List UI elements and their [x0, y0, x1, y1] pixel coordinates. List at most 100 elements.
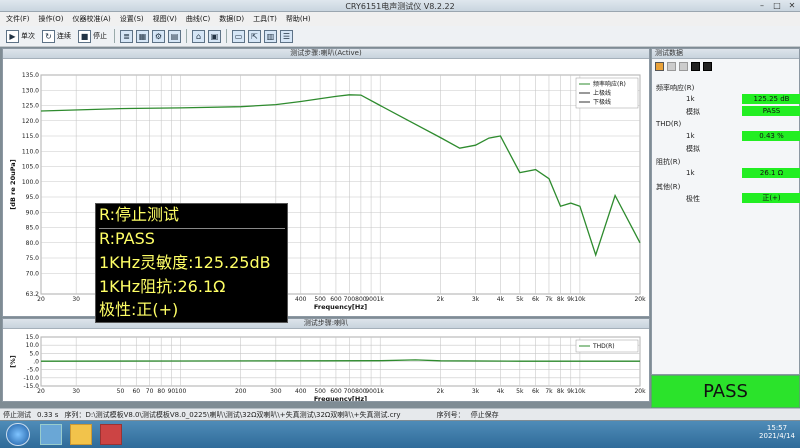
- thd-chart[interactable]: 15.010.05.0.0-5.0-10.0-15.020 30 50 60 70 80 9…: [3, 329, 649, 401]
- continuous-test-button[interactable]: ↻ 连续: [40, 28, 73, 44]
- x-tick-label: 8k: [557, 388, 565, 395]
- layout-vertical-icon[interactable]: ▥: [264, 29, 277, 43]
- row-key: 模拟: [686, 108, 700, 116]
- side-panel-title: 测试数据: [652, 49, 799, 59]
- x-tick-label: 5k: [516, 296, 524, 303]
- save-icon[interactable]: ▣: [208, 29, 221, 43]
- row-value: 125.25 dB: [742, 94, 800, 104]
- layout-horizontal-icon[interactable]: ☰: [280, 29, 293, 43]
- loop-icon: ↻: [42, 29, 55, 43]
- status-time: 0.33 s: [37, 410, 59, 419]
- single-test-button[interactable]: ▶ 单次: [4, 28, 37, 44]
- x-tick-label: 900: [365, 296, 377, 303]
- ie-icon[interactable]: [40, 424, 62, 445]
- row-value: 26.1 Ω: [742, 168, 800, 178]
- window-icon[interactable]: ▭: [232, 29, 245, 43]
- menu-curve[interactable]: 曲线(C): [186, 14, 210, 24]
- x-tick-label: 30: [72, 296, 80, 303]
- minimize-icon[interactable]: –: [756, 1, 768, 10]
- x-tick-label: 400: [295, 388, 307, 395]
- y-tick-label: 105.0: [22, 164, 39, 171]
- chart-icon[interactable]: ▦: [136, 29, 149, 43]
- toolbar-divider: [114, 29, 115, 43]
- x-tick-label: 900: [365, 388, 377, 395]
- report-icon[interactable]: ▤: [168, 29, 181, 43]
- section-thd: THD(R): [656, 120, 682, 128]
- y-tick-label: .0: [33, 359, 39, 366]
- row-value: PASS: [742, 106, 800, 116]
- menu-help[interactable]: 帮助(H): [286, 14, 311, 24]
- x-tick-label: 50: [117, 388, 125, 395]
- row-key: 1k: [686, 95, 695, 103]
- x-tick-label: 20k: [634, 388, 646, 395]
- stop-icon: ■: [78, 29, 91, 43]
- app-icon[interactable]: [100, 424, 122, 445]
- add-icon[interactable]: [667, 62, 676, 71]
- open-folder-icon[interactable]: ⌂: [192, 29, 205, 43]
- chart-panel-title: 测试步骤:喇叭(Active): [3, 49, 649, 59]
- y-tick-label: 90.0: [26, 209, 40, 216]
- sequence-icon[interactable]: ≣: [120, 29, 133, 43]
- toolbar-divider: [186, 29, 187, 43]
- side-toolbar: [655, 62, 712, 71]
- x-axis-label: Frequency[Hz]: [314, 395, 367, 401]
- taskbar: 15:57 2021/4/14: [0, 421, 800, 448]
- x-tick-label: 3k: [472, 388, 480, 395]
- row-key: 模拟: [686, 145, 700, 153]
- x-tick-label: 20: [37, 388, 45, 395]
- y-axis-label: [dB re 20uPa]: [9, 159, 17, 209]
- x-tick-label: 4k: [497, 388, 505, 395]
- menu-operate[interactable]: 操作(O): [39, 14, 64, 24]
- maximize-icon[interactable]: □: [771, 1, 783, 10]
- menu-file[interactable]: 文件(F): [6, 14, 30, 24]
- x-tick-label: 1k: [377, 388, 385, 395]
- settings-icon[interactable]: ⚙: [152, 29, 165, 43]
- export-icon[interactable]: ⇱: [248, 29, 261, 43]
- play-icon: ▶: [6, 29, 19, 43]
- menu-data[interactable]: 数据(D): [219, 14, 244, 24]
- x-tick-label: 30: [72, 388, 80, 395]
- status-bar: 停止测试 0.33 s 序列：D:\测试模板V8.0\测试模板V8.0_0225…: [0, 408, 800, 420]
- x-axis-label: Frequency[Hz]: [314, 303, 367, 311]
- section-impedance: 阻抗(R): [656, 158, 681, 166]
- row-value: [742, 143, 800, 153]
- y-tick-label: 15.0: [26, 334, 40, 341]
- x-tick-label: 7k: [545, 296, 553, 303]
- x-tick-label: 400: [295, 296, 307, 303]
- row-value: 0.43 %: [742, 131, 800, 141]
- x-tick-label: 300: [270, 388, 282, 395]
- expand-icon[interactable]: [691, 62, 700, 71]
- menu-tools[interactable]: 工具(T): [253, 14, 277, 24]
- close-icon[interactable]: ✕: [786, 1, 798, 10]
- status-save: 停止保存: [470, 410, 499, 419]
- toolbar-divider: [226, 29, 227, 43]
- x-tick-label: 8k: [557, 296, 565, 303]
- legend-label: 下极线: [593, 98, 611, 106]
- y-tick-label: 130.0: [22, 87, 39, 94]
- menu-view[interactable]: 视图(V): [153, 14, 177, 24]
- stop-button[interactable]: ■ 停止: [76, 28, 109, 44]
- y-tick-label: -5.0: [27, 367, 39, 374]
- color-icon[interactable]: [655, 62, 664, 71]
- delete-icon[interactable]: [679, 62, 688, 71]
- collapse-icon[interactable]: [703, 62, 712, 71]
- menu-settings[interactable]: 设置(S): [120, 14, 144, 24]
- y-tick-label: -10.0: [23, 375, 39, 382]
- folder-icon[interactable]: [70, 424, 92, 445]
- menu-calibrate[interactable]: 仪器校准(A): [72, 14, 110, 24]
- overlay-impedance: 1KHz阻抗:26.1Ω: [99, 277, 226, 296]
- x-tick-label: 6k: [532, 388, 540, 395]
- status-sequence-path: 序列：D:\测试模板V8.0\测试模板V8.0_0225\喇叭\测试\32Ω双喇…: [64, 410, 401, 419]
- status-state: 停止测试: [3, 410, 31, 419]
- x-tick-label: 1k: [377, 296, 385, 303]
- menu-bar: 文件(F) 操作(O) 仪器校准(A) 设置(S) 视图(V) 曲线(C) 数据…: [0, 12, 800, 26]
- clock[interactable]: 15:57 2021/4/14: [758, 424, 796, 440]
- y-tick-label: 115.0: [22, 133, 39, 140]
- y-tick-label: 80.0: [26, 240, 40, 247]
- x-tick-label: 5k: [516, 388, 524, 395]
- start-button[interactable]: [6, 423, 30, 446]
- overlay-sensitivity: 1KHz灵敏度:125.25dB: [99, 253, 271, 272]
- x-tick-label: 3k: [472, 296, 480, 303]
- result-overlay: R:停止测试 R:PASS 1KHz灵敏度:125.25dB 1KHz阻抗:26…: [95, 203, 288, 323]
- title-bar: CRY6151电声测试仪 V8.2.22 – □ ✕: [0, 0, 800, 12]
